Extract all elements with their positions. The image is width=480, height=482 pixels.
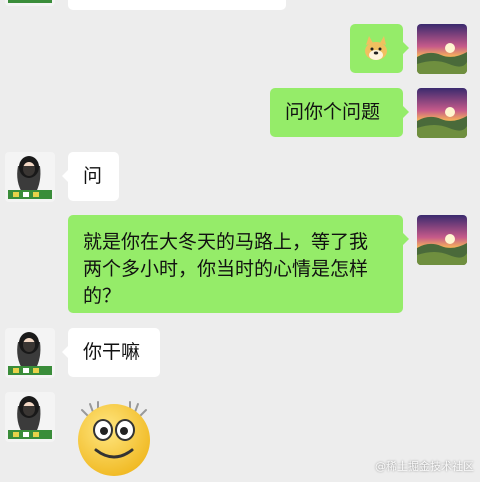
outgoing-sticker-bubble[interactable]: [350, 24, 409, 73]
my-avatar[interactable]: [417, 215, 467, 265]
message-text-line: 两个多小时，你当时的心情是怎样: [83, 258, 369, 280]
message-text-line: 的？: [83, 285, 122, 307]
message-text-line: 就是你在大冬天的马路上，等了我: [83, 231, 369, 253]
doge-emoji-icon: [365, 36, 387, 60]
message-text: 你干嘛: [83, 341, 141, 363]
contact-avatar[interactable]: [5, 152, 55, 202]
message-text: 问你个问题: [285, 101, 381, 123]
my-avatar[interactable]: [417, 24, 467, 74]
contact-avatar[interactable]: [5, 392, 55, 442]
outgoing-message-bubble[interactable]: 问你个问题: [270, 88, 409, 137]
my-avatar[interactable]: [417, 88, 467, 138]
smiling-face-emoji-icon: [78, 401, 150, 476]
incoming-message-bubble[interactable]: 你干嘛: [62, 328, 160, 377]
message-text: 问: [83, 165, 103, 187]
smiling-face-sticker[interactable]: [68, 394, 163, 478]
watermark: @稀土掘金技术社区: [375, 460, 474, 473]
outgoing-message-bubble[interactable]: 就是你在大冬天的马路上，等了我 两个多小时，你当时的心情是怎样 的？: [68, 215, 409, 313]
contact-avatar[interactable]: [5, 0, 55, 6]
incoming-message-bubble[interactable]: [68, 0, 286, 10]
contact-avatar[interactable]: [5, 328, 55, 378]
incoming-message-bubble[interactable]: 问: [62, 152, 119, 201]
